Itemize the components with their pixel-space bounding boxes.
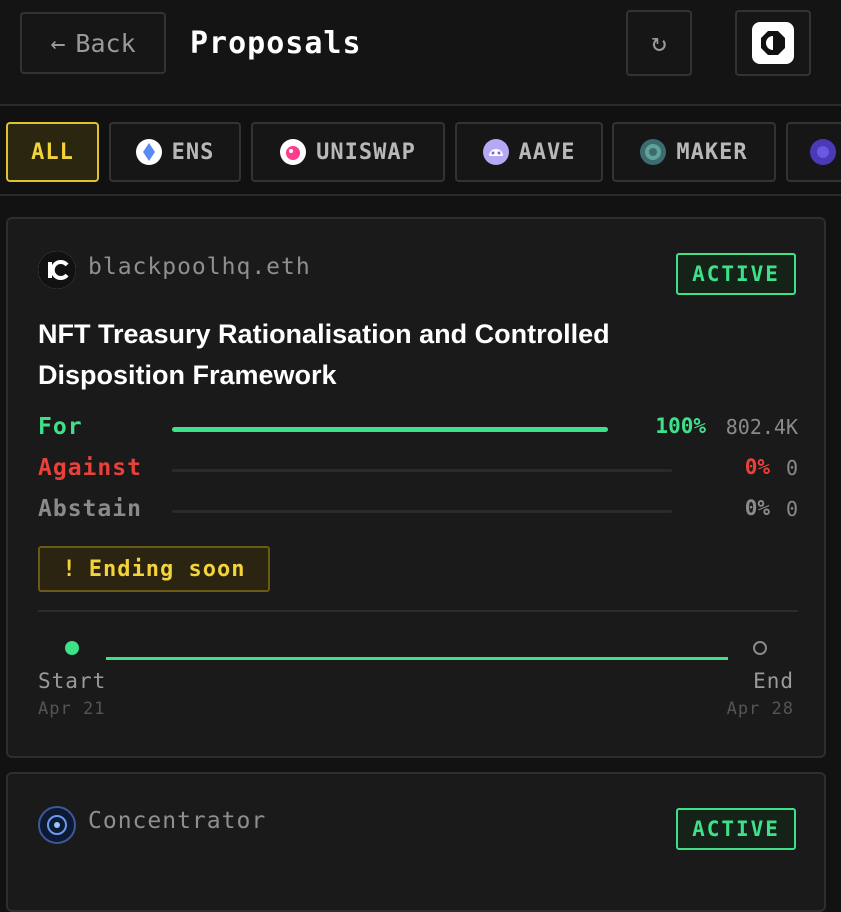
timeline-start-date: Apr 21 bbox=[38, 699, 106, 719]
vote-label: Against bbox=[38, 455, 142, 481]
back-button[interactable]: ← Back bbox=[20, 12, 166, 74]
status-badge: ACTIVE bbox=[676, 253, 796, 295]
proposal-card[interactable]: Concentrator ACTIVE bbox=[6, 772, 826, 912]
notice-text: Ending soon bbox=[88, 556, 246, 582]
page-title: Proposals bbox=[190, 26, 362, 61]
vote-percent: 0% bbox=[744, 455, 770, 479]
avatar bbox=[38, 806, 76, 844]
vote-row-abstain: Abstain 0% 0 bbox=[38, 496, 798, 526]
vote-percent: 0% bbox=[744, 496, 770, 520]
refresh-button[interactable]: ↻ bbox=[626, 10, 692, 76]
filter-chip-all[interactable]: ALL bbox=[6, 122, 99, 182]
vote-count: 0 bbox=[785, 456, 798, 480]
divider bbox=[38, 610, 798, 612]
vote-label: Abstain bbox=[38, 496, 142, 522]
proposal-author: blackpoolhq.eth bbox=[88, 254, 311, 280]
vote-bar-fill bbox=[172, 427, 608, 432]
vote-count: 0 bbox=[785, 497, 798, 521]
vote-percent: 100% bbox=[655, 414, 706, 438]
logo-button[interactable] bbox=[735, 10, 811, 76]
timeline-start-dot bbox=[65, 641, 79, 655]
filter-chip-uniswap[interactable]: UNISWAP bbox=[251, 122, 445, 182]
maker-icon bbox=[640, 139, 667, 165]
dao-icon bbox=[810, 139, 836, 165]
status-badge: ACTIVE bbox=[676, 808, 796, 850]
avatar bbox=[38, 251, 76, 289]
filter-chip-label: AAVE bbox=[518, 139, 576, 165]
timeline-start-label: Start bbox=[38, 669, 107, 693]
filter-chip-label: ALL bbox=[31, 139, 74, 165]
arrow-left-icon: ← bbox=[50, 28, 66, 58]
filter-chip-more[interactable] bbox=[786, 122, 841, 182]
vote-row-for: For 100% 802.4K bbox=[38, 414, 798, 444]
exclamation-icon: ! bbox=[62, 556, 77, 582]
aave-icon bbox=[482, 139, 509, 165]
filter-chip-label: ENS bbox=[171, 139, 215, 165]
filter-chip-label: UNISWAP bbox=[316, 139, 416, 165]
dao-filter-bar: ALL ENS UNISWAP AAVE MAKER bbox=[0, 108, 841, 196]
ens-icon bbox=[135, 139, 162, 165]
vote-row-against: Against 0% 0 bbox=[38, 455, 798, 485]
filter-chip-maker[interactable]: MAKER bbox=[612, 122, 776, 182]
filter-chip-label: MAKER bbox=[676, 139, 748, 165]
proposal-card[interactable]: blackpoolhq.eth ACTIVE NFT Treasury Rati… bbox=[6, 217, 826, 758]
filter-chip-ens[interactable]: ENS bbox=[109, 122, 241, 182]
timeline-end-date: Apr 28 bbox=[726, 699, 794, 719]
timeline-progress-line bbox=[106, 657, 728, 660]
uniswap-icon bbox=[280, 139, 307, 165]
back-button-label: Back bbox=[75, 28, 136, 58]
app-logo-icon bbox=[752, 22, 794, 64]
proposal-author: Concentrator bbox=[88, 808, 267, 834]
vote-bar-track bbox=[172, 510, 672, 513]
timeline-end-dot bbox=[753, 641, 767, 655]
header: ← Back Proposals ↻ bbox=[0, 0, 841, 106]
ending-soon-notice: ! Ending soon bbox=[38, 546, 270, 592]
vote-label: For bbox=[38, 414, 83, 440]
vote-count: 802.4K bbox=[725, 415, 798, 439]
proposal-title[interactable]: NFT Treasury Rationalisation and Control… bbox=[38, 314, 738, 396]
refresh-icon: ↻ bbox=[651, 28, 667, 58]
vote-bar-track bbox=[172, 427, 608, 432]
filter-chip-aave[interactable]: AAVE bbox=[455, 122, 603, 182]
vote-bar-track bbox=[172, 469, 672, 472]
timeline-end-label: End bbox=[753, 669, 794, 693]
